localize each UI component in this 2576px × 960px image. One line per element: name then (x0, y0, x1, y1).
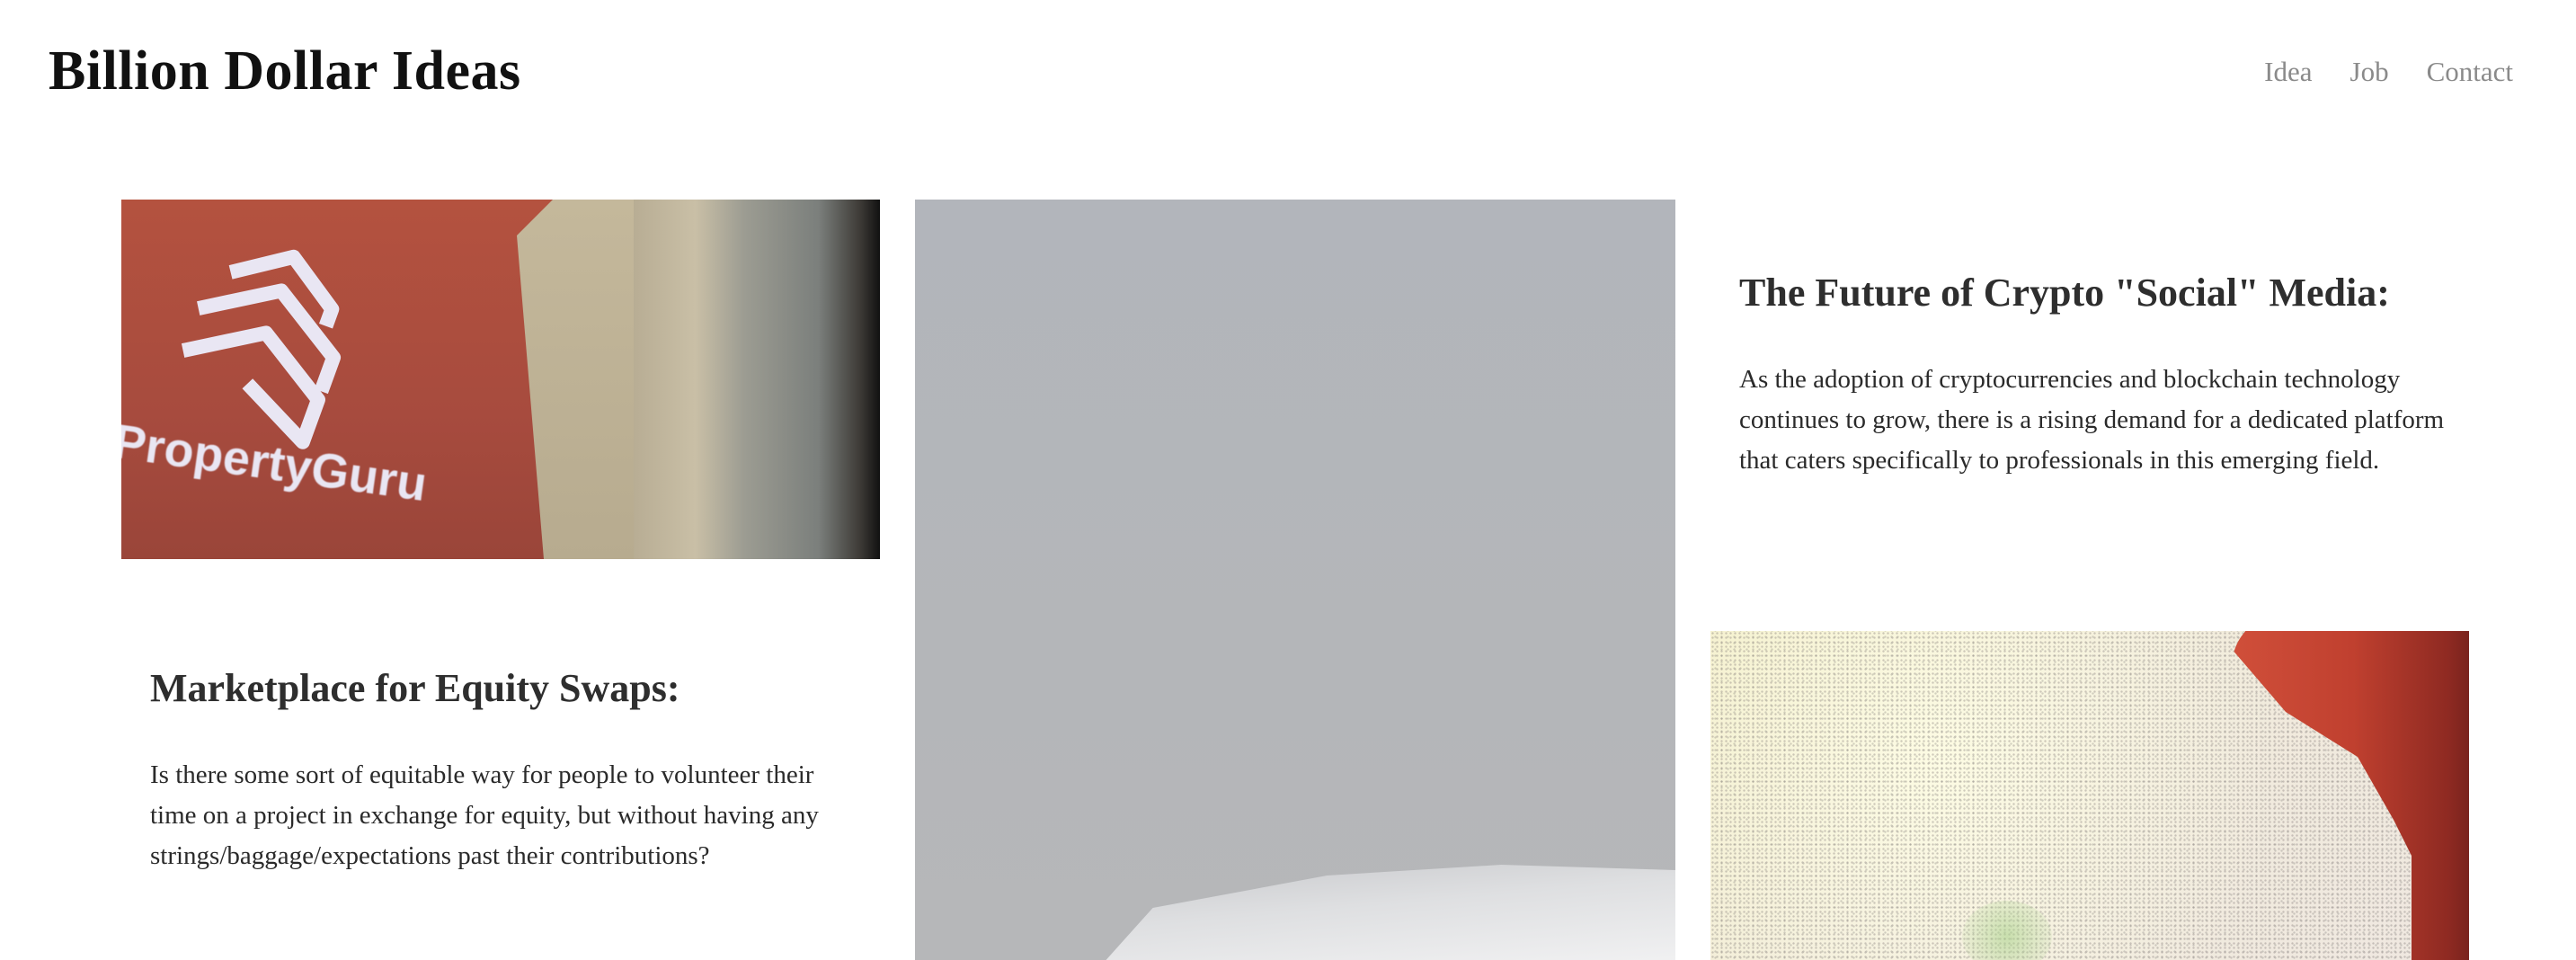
card-image-texture[interactable] (1710, 631, 2469, 960)
nav-link-idea[interactable]: Idea (2264, 56, 2312, 88)
main-nav: Idea Job Contact (2264, 56, 2513, 88)
site-header: Billion Dollar Ideas Idea Job Contact (0, 0, 2576, 148)
wall-background (634, 200, 880, 559)
site-title[interactable]: Billion Dollar Ideas (49, 40, 521, 103)
card-body-crypto-social: As the adoption of cryptocurrencies and … (1739, 365, 2445, 475)
card-image-grey[interactable] (915, 200, 1675, 960)
card-image-equity-swaps[interactable]: PropertyGuru (121, 200, 880, 559)
card-heading-crypto-social[interactable]: The Future of Crypto "Social" Media: (1739, 270, 2390, 316)
fabric-shape (1095, 865, 1675, 960)
card-heading-equity-swaps[interactable]: Marketplace for Equity Swaps: (150, 665, 680, 711)
card-body-equity-swaps: Is there some sort of equitable way for … (150, 760, 819, 870)
nav-link-job[interactable]: Job (2350, 56, 2389, 88)
nav-link-contact[interactable]: Contact (2427, 56, 2513, 88)
